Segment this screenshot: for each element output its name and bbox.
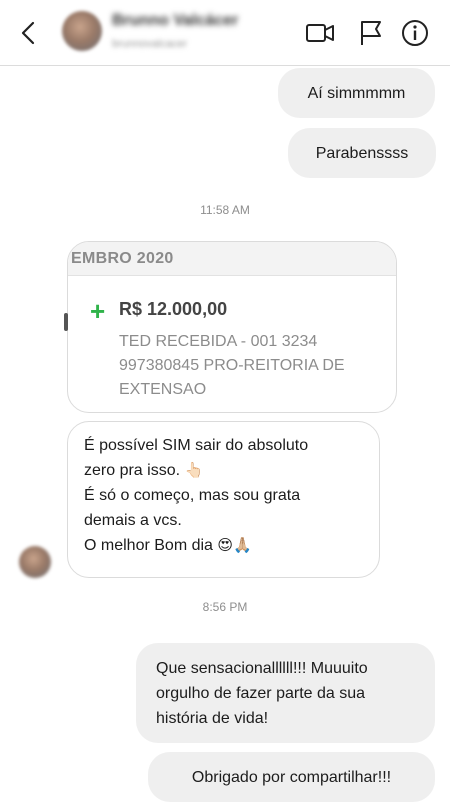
sent-message[interactable]: Que sensacionallllll!!! Muuuito orgulho … [136,643,435,743]
sent-message[interactable]: Obrigado por compartilhar!!! [148,752,435,802]
pointing-up-emoji: 👆🏻 [184,461,204,479]
contact-handle: brunnovalcacer [112,38,188,50]
message-line: É só o começo, mas sou grata [84,487,301,504]
statement-description: TED RECEBIDA - 001 3234 997380845 PRO-RE… [119,330,389,402]
video-call-icon[interactable] [305,18,335,48]
statement-header: EMBRO 2020 [68,242,396,276]
message-text: Aí simmmmm [307,84,406,102]
image-edge-marker [64,313,68,331]
statement-amount: R$ 12.000,00 [119,299,228,319]
message-line-with-emoji: zero pra isso. 👆🏻 [84,458,363,483]
message-text: Parabenssss [315,144,409,162]
statement-desc-line: 997380845 PRO-REITORIA DE [119,357,345,374]
message-line: demais a vcs. [84,512,182,529]
statement-desc-line: EXTENSAO [119,381,207,398]
chat-header: Brunno Valcácer brunnovalcacer [0,0,450,66]
shared-image-statement[interactable]: EMBRO 2020 + R$ 12.000,00 TED RECEBIDA -… [67,241,397,413]
message-timestamp: 11:58 AM [200,203,250,217]
message-timestamp: 8:56 PM [202,600,248,614]
back-chevron-icon[interactable] [14,18,44,48]
message-line: zero pra isso. [84,462,181,479]
statement-desc-line: TED RECEBIDA - 001 3234 [119,333,318,350]
sender-avatar[interactable] [19,546,51,578]
message-line: história de vida! [156,709,269,727]
statement-month: EMBRO 2020 [71,250,174,267]
plus-icon: + [90,296,106,326]
message-line: Que sensacionallllll!!! Muuuito [156,659,368,677]
contact-avatar[interactable] [62,11,102,51]
heart-eyes-praying-emoji: 😍🙏🏼 [217,536,252,554]
message-text: Obrigado por compartilhar!!! [191,768,392,786]
info-icon[interactable] [400,18,430,48]
message-line: O melhor Bom dia [84,537,213,554]
message-line: É possível SIM sair do absoluto [84,437,309,454]
message-line: orgulho de fazer parte da sua [156,684,366,702]
message-line-with-emoji: O melhor Bom dia 😍🙏🏼 [84,533,363,558]
flag-icon[interactable] [356,18,386,48]
sent-message[interactable]: Parabenssss [288,128,436,178]
contact-name[interactable]: Brunno Valcácer [112,12,238,30]
received-message[interactable]: É possível SIM sair do absoluto zero pra… [67,421,380,578]
sent-message[interactable]: Aí simmmmm [278,68,435,118]
